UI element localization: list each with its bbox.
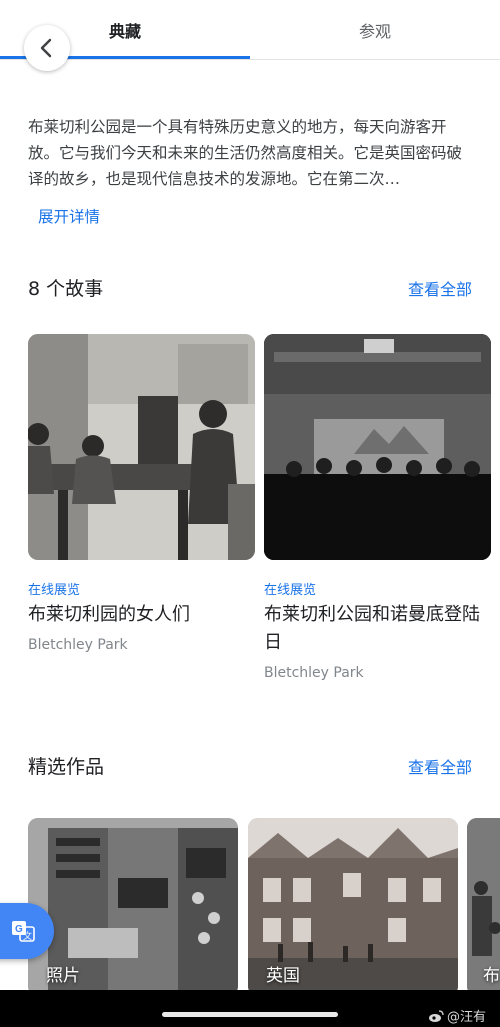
home-indicator[interactable] [162, 1012, 338, 1017]
tab-visit[interactable]: 参观 [250, 0, 500, 60]
featured-card-uk[interactable]: 英国 [248, 818, 458, 996]
svg-text:文: 文 [23, 930, 32, 942]
stories-heading: 8 个故事 [28, 278, 104, 300]
top-tab-bar: 典藏 参观 [0, 0, 500, 60]
bottom-system-bar [0, 990, 500, 1027]
featured-view-all-link[interactable]: 查看全部 [408, 754, 472, 778]
chevron-left-icon [40, 38, 52, 58]
story-type-label: 在线展览 [264, 583, 317, 598]
story-title[interactable]: 布莱切利公园和诺曼底登陆日 [264, 601, 496, 657]
description-text: 布莱切利公园是一个具有特殊历史意义的地方，每天向游客开放。它与我们今天和未来的生… [28, 118, 463, 188]
story-source: Bletchley Park [264, 665, 364, 681]
story-image-dday[interactable] [264, 334, 491, 560]
translate-button[interactable]: G 文 [0, 903, 54, 959]
featured-card-partial[interactable]: 布 [467, 818, 500, 996]
watermark: @汪有 [428, 1006, 486, 1025]
featured-card-label: 照片 [46, 966, 80, 986]
story-type-label: 在线展览 [28, 583, 81, 598]
story-title[interactable]: 布莱切利园的女人们 [28, 601, 260, 629]
svg-text:G: G [15, 924, 23, 935]
photo-projection-hall [264, 334, 491, 560]
photo-women-at-work [28, 334, 255, 560]
featured-card-label: 布 [483, 966, 500, 986]
watermark-text: @汪有 [446, 1010, 486, 1025]
featured-card-label: 英国 [266, 966, 300, 986]
back-button[interactable] [24, 25, 70, 71]
weibo-icon [428, 1009, 444, 1022]
story-source: Bletchley Park [28, 637, 128, 653]
story-image-women[interactable] [28, 334, 255, 560]
stories-view-all-link[interactable]: 查看全部 [408, 276, 472, 300]
featured-heading: 精选作品 [28, 756, 105, 778]
expand-details-link[interactable]: 展开详情 [38, 205, 100, 227]
translate-icon: G 文 [12, 921, 35, 942]
featured-card-photos[interactable]: 照片 [28, 818, 238, 996]
